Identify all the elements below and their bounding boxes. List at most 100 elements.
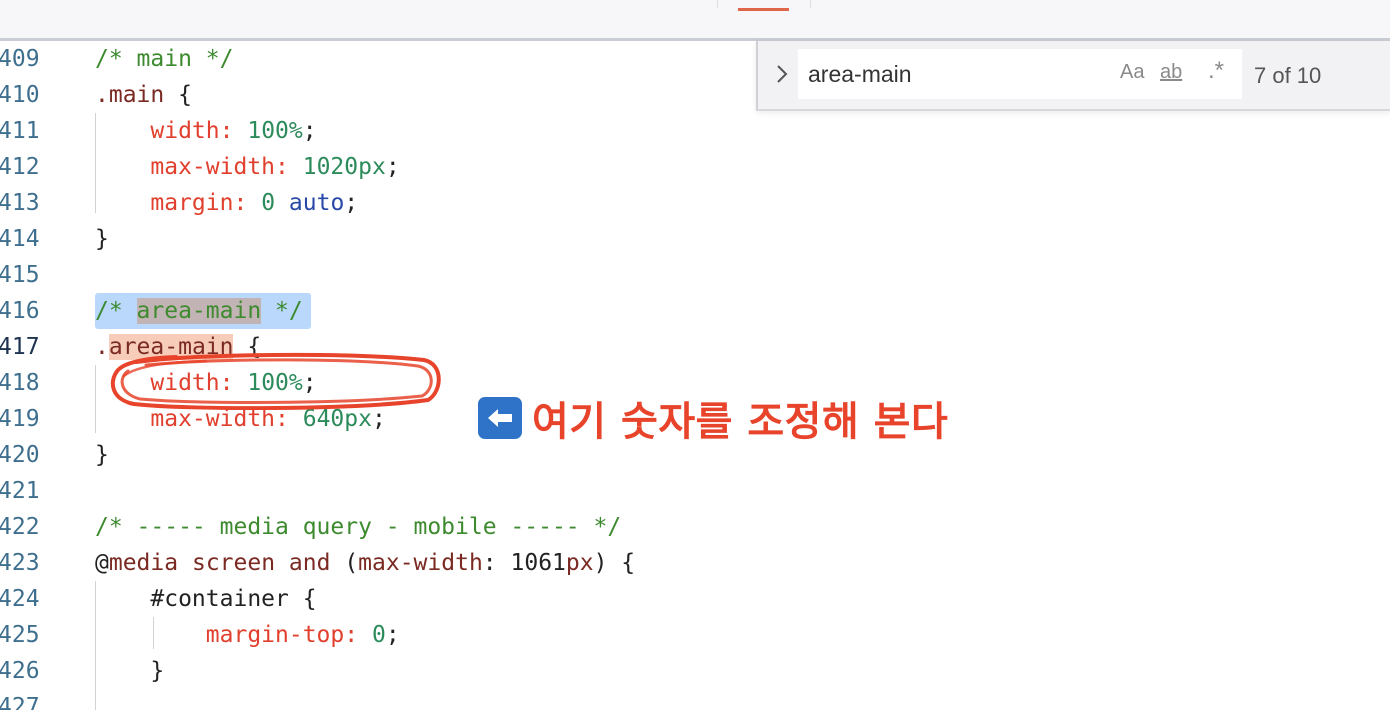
line-number: 409 — [0, 46, 40, 72]
code-text: #container { — [95, 581, 317, 617]
code-editor[interactable]: 409/* main */410 .main {411 width: 100%; 4… — [0, 41, 1390, 710]
code-token: 0 — [371, 622, 386, 648]
code-text: /* main */ — [95, 41, 233, 77]
line-number: 417 — [0, 334, 40, 360]
search-match: area-main — [136, 298, 262, 324]
line-number: 412 — [0, 154, 40, 180]
line-number: 427 — [0, 694, 40, 710]
code-token: /* main */ — [95, 46, 234, 72]
line-number: 418 — [0, 370, 40, 396]
code-token: { — [288, 586, 317, 612]
code-token: . — [95, 334, 109, 360]
match-count: 7 of 10 — [1254, 63, 1322, 88]
line-number: 419 — [0, 406, 40, 432]
code-token: 1061 — [510, 550, 566, 576]
line-number: 421 — [0, 478, 40, 504]
left-arrow-icon — [478, 397, 522, 439]
code-token: /* ----- media query - mobile ----- */ — [95, 514, 622, 540]
code-line[interactable]: 421 — [0, 473, 1390, 509]
code-line[interactable]: 422 /* ----- media query - mobile ----- *… — [0, 509, 1390, 545]
code-token: ; — [302, 118, 317, 144]
code-token: screen — [191, 550, 276, 576]
code-text: } — [95, 653, 164, 689]
code-token: media — [108, 550, 179, 576]
tab-separator — [717, 0, 718, 8]
code-text: margin-top: 0; — [95, 617, 400, 653]
code-line[interactable]: 427 — [0, 689, 1390, 710]
line-number: 411 — [0, 118, 40, 144]
code-token: margin-top: — [205, 622, 359, 648]
line-number: 424 — [0, 586, 40, 612]
line-number: 415 — [0, 262, 40, 288]
line-number: 414 — [0, 226, 40, 252]
code-token: { — [233, 334, 262, 360]
code-line[interactable]: 417 .area-main { — [0, 329, 1390, 365]
line-number: 420 — [0, 442, 40, 468]
code-token: } — [150, 658, 165, 684]
chevron-right-icon[interactable] — [772, 62, 792, 86]
code-text: .area-main { — [95, 329, 261, 365]
code-token: 100% — [247, 370, 303, 396]
code-token: #container — [150, 586, 289, 612]
line-number: 410 — [0, 82, 40, 108]
code-token: ; — [385, 622, 400, 648]
code-token: ; — [302, 370, 317, 396]
code-text: .main { — [95, 77, 192, 113]
editor-tab-bar — [0, 0, 1390, 41]
code-text: /* area-main */ — [95, 293, 311, 329]
code-line[interactable]: 414} — [0, 221, 1390, 257]
code-token: */ — [261, 298, 303, 324]
tab-separator — [810, 0, 811, 8]
code-text: max-width: 1020px; — [95, 149, 399, 185]
match-whole-word-icon[interactable]: ab — [1160, 61, 1182, 84]
regex-icon[interactable]: .* — [1208, 57, 1224, 85]
code-token: ; — [344, 190, 359, 216]
annotation-text: 여기 숫자를 조정해 본다 — [532, 399, 949, 445]
line-number: 423 — [0, 550, 40, 576]
code-line[interactable]: 425 margin-top: 0; — [0, 617, 1390, 653]
code-token: max-width: — [150, 154, 289, 180]
code-text: @media screen and (max-width: 1061px) { — [95, 545, 635, 581]
code-token: auto — [288, 190, 345, 216]
code-token: px — [565, 550, 594, 576]
code-line[interactable]: 423 @media screen and (max-width: 1061px)… — [0, 545, 1390, 581]
code-token: { — [164, 82, 192, 108]
code-token: 0 — [261, 190, 276, 216]
code-token: margin: — [150, 190, 248, 216]
line-number: 422 — [0, 514, 40, 540]
code-token: max-width — [358, 550, 483, 576]
code-token: ) { — [593, 550, 636, 576]
code-line[interactable]: 416 /* area-main */ — [0, 293, 1390, 329]
code-line[interactable]: 426 } — [0, 653, 1390, 689]
code-text: max-width: 640px; — [95, 401, 385, 437]
code-line[interactable]: 411 width: 100%; — [0, 113, 1390, 149]
code-text: width: 100%; — [95, 113, 317, 149]
code-token: 1020px — [302, 154, 386, 180]
code-token: width: — [150, 118, 234, 144]
line-number: 413 — [0, 190, 40, 216]
code-line[interactable]: 413 margin: 0 auto; — [0, 185, 1390, 221]
code-token: ( — [330, 550, 359, 576]
active-tab-indicator[interactable] — [738, 8, 789, 11]
code-line[interactable]: 412 max-width: 1020px; — [0, 149, 1390, 185]
code-token: width: — [150, 370, 234, 396]
code-line[interactable]: 415 — [0, 257, 1390, 293]
code-token: /* — [95, 298, 137, 324]
match-case-icon[interactable]: Aa — [1120, 61, 1144, 84]
code-text: margin: 0 auto; — [95, 185, 358, 221]
code-line[interactable]: 424 #container { — [0, 581, 1390, 617]
code-token: @ — [95, 550, 109, 576]
